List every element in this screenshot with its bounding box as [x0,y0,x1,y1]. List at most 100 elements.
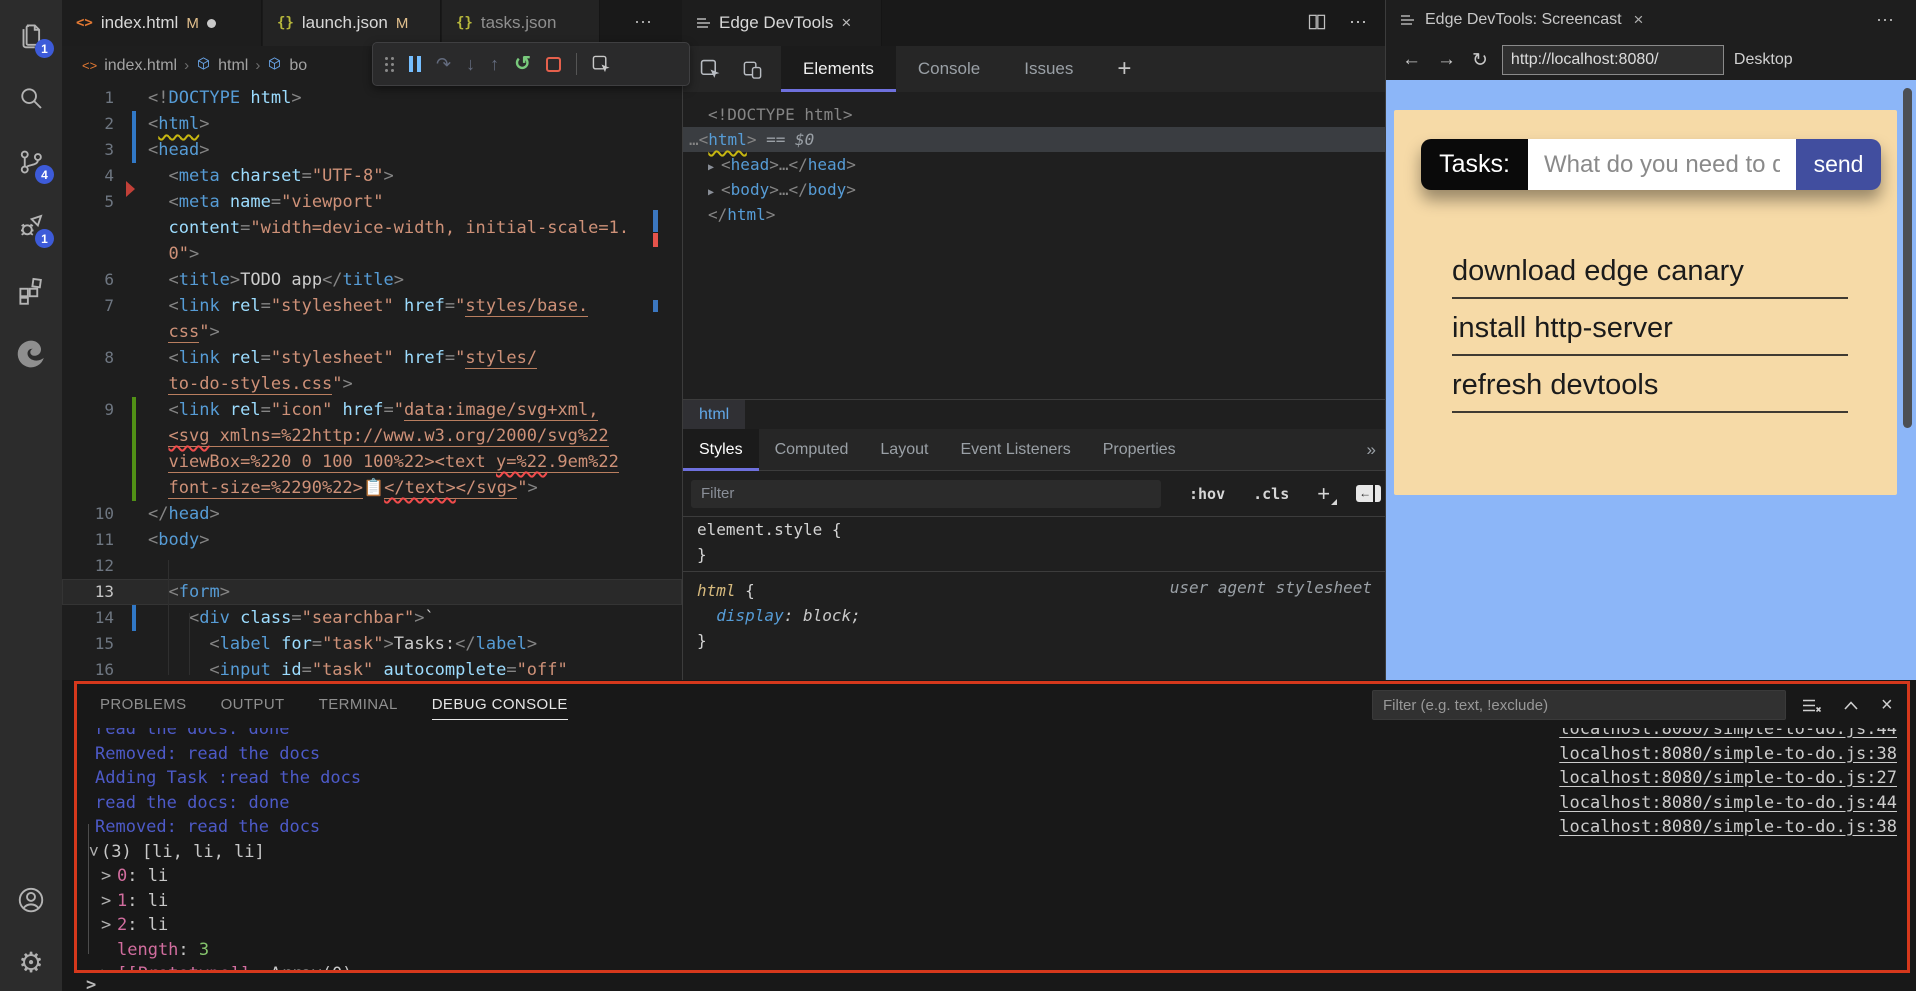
devtools-tab-elements[interactable]: Elements [781,46,896,92]
panel-tab-debug-console[interactable]: DEBUG CONSOLE [432,696,568,713]
breadcrumb-item[interactable]: html [218,57,248,75]
screencast-panel: Edge DevTools: Screencast × ⋯ ← → ↻ http… [1385,0,1916,680]
expand-chevron[interactable]: > [101,864,117,889]
list-icon [696,17,711,29]
console-row: Removed: read the docslocalhost:8080/sim… [77,742,1905,767]
console-input-prompt[interactable]: > [86,975,96,991]
styles-tab-properties[interactable]: Properties [1087,429,1192,471]
console-filter-input[interactable] [1372,690,1786,720]
todo-item[interactable]: install http-server [1452,312,1848,356]
filter-icon[interactable] [1802,698,1821,713]
styles-filter-input[interactable] [691,480,1161,508]
console-expandable-row[interactable]: >(3) [li, li, li] [77,840,1905,865]
pause-button[interactable] [409,56,421,72]
console-expandable-row[interactable]: >[[Prototype]]: Array(0) [77,962,1905,972]
styles-tab-event-listeners[interactable]: Event Listeners [944,429,1086,471]
step-into-button[interactable]: ↓ [466,55,475,73]
device-mode-label[interactable]: Desktop [1734,51,1793,69]
forward-button[interactable]: → [1437,49,1456,71]
source-link[interactable]: localhost:8080/simple-to-do.js:38 [1559,815,1897,840]
step-over-button[interactable]: ↷ [436,55,451,73]
inspect-element-icon[interactable] [695,59,725,80]
add-tool-icon[interactable]: + [1117,55,1131,83]
more-actions-icon[interactable]: ⋯ [1876,10,1895,31]
console-expandable-row[interactable]: >1: li [77,889,1905,914]
panel-tab-output[interactable]: OUTPUT [221,696,285,713]
panel-tab-terminal[interactable]: TERMINAL [319,696,398,713]
expand-chevron[interactable]: > [81,846,106,862]
styles-tab-layout[interactable]: Layout [864,429,944,471]
account-icon[interactable] [0,876,62,924]
tab-overflow-chevron-icon[interactable]: » [1367,440,1376,460]
edge-devtools-icon[interactable] [0,330,62,378]
editor-actions-more-icon[interactable]: ⋯ [634,12,653,33]
dirty-indicator[interactable] [207,19,216,28]
stylesheet-origin: user agent stylesheet [1170,578,1372,597]
dom-tree-row[interactable]: ▶<head>…</head> [683,152,1386,177]
step-out-button[interactable]: ↑ [490,55,499,73]
devtools-tab-console[interactable]: Console [896,46,1002,92]
search-icon[interactable] [0,74,62,122]
panel-tab-problems[interactable]: PROBLEMS [100,696,187,713]
drag-handle-icon[interactable] [385,57,394,72]
run-debug-icon[interactable]: 1 [0,202,62,250]
split-editor-icon[interactable] [1307,12,1327,32]
close-icon[interactable]: × [1634,10,1644,30]
element-style-rule[interactable]: element.style { [683,517,1386,542]
styles-tab-styles[interactable]: Styles [683,429,759,471]
css-declaration[interactable]: display: block; [683,603,1386,628]
pseudo-state-button[interactable]: :hov [1189,485,1225,503]
breadcrumb-item[interactable]: bo [289,57,307,75]
todo-item[interactable]: download edge canary [1452,255,1848,299]
send-button[interactable]: send [1796,139,1881,190]
close-panel-icon[interactable]: × [1881,694,1893,717]
todo-item[interactable]: refresh devtools [1452,369,1848,413]
device-emulation-icon[interactable] [737,59,767,80]
back-button[interactable]: ← [1402,49,1421,71]
settings-gear-icon[interactable]: ⚙ [0,938,62,986]
restart-button[interactable]: ↺ [514,54,531,74]
class-toggle-button[interactable]: .cls [1253,485,1289,503]
new-style-rule-button[interactable]: + [1317,481,1330,507]
url-input[interactable]: http://localhost:8080/ [1502,45,1724,75]
git-modified-indicator: M [186,15,199,32]
source-link[interactable]: localhost:8080/simple-to-do.js:44 [1559,728,1897,742]
extensions-icon[interactable] [0,266,62,314]
expand-chevron[interactable]: > [101,962,117,972]
dom-tree-row[interactable]: </html> [683,202,1386,227]
tab-index-html[interactable]: <> index.html M [62,0,262,46]
expand-chevron[interactable]: > [101,913,117,938]
explorer-icon[interactable]: 1 [0,12,62,60]
inspect-button[interactable] [592,55,611,74]
breadcrumb-item[interactable]: index.html [104,57,177,75]
tab-tasks-json[interactable]: {} tasks.json [442,0,600,46]
list-icon [1400,14,1415,26]
styles-tab-computed[interactable]: Computed [759,429,865,471]
reload-button[interactable]: ↻ [1472,49,1488,72]
expand-arrow-icon[interactable]: ▶ [708,162,714,173]
tab-launch-json[interactable]: {} launch.json M [263,0,441,46]
expand-arrow-icon[interactable]: ▶ [708,187,714,198]
code-line: content="width=device-width, initial-sca… [62,215,682,241]
devtools-tab-issues[interactable]: Issues [1002,46,1095,92]
close-icon[interactable]: × [841,13,851,33]
toggle-sidebar-icon[interactable] [1356,485,1381,502]
dom-tree-row[interactable]: …<html> == $0 [683,127,1386,152]
task-input[interactable] [1528,139,1796,190]
dom-tree-row[interactable]: <!DOCTYPE html> [683,102,1386,127]
more-actions-icon[interactable]: ⋯ [1349,12,1367,33]
stop-button[interactable] [546,57,561,72]
expand-chevron[interactable]: > [101,889,117,914]
chevron-up-icon[interactable] [1843,700,1859,711]
dom-breadcrumb-item[interactable]: html [683,400,745,430]
code-editor[interactable]: 1<!DOCTYPE html>2<html>3<head>4 <meta ch… [62,85,682,680]
console-expandable-row[interactable]: >0: li [77,864,1905,889]
source-link[interactable]: localhost:8080/simple-to-do.js:27 [1559,766,1897,791]
source-link[interactable]: localhost:8080/simple-to-do.js:44 [1559,791,1897,816]
source-control-icon[interactable]: 4 [0,138,62,186]
tab-edge-devtools[interactable]: Edge DevTools × [682,0,882,46]
dom-tree-row[interactable]: ▶<body>…</body> [683,177,1386,202]
source-link[interactable]: localhost:8080/simple-to-do.js:38 [1559,742,1897,767]
scrollbar-thumb[interactable] [1903,88,1912,428]
console-expandable-row[interactable]: >2: li [77,913,1905,938]
